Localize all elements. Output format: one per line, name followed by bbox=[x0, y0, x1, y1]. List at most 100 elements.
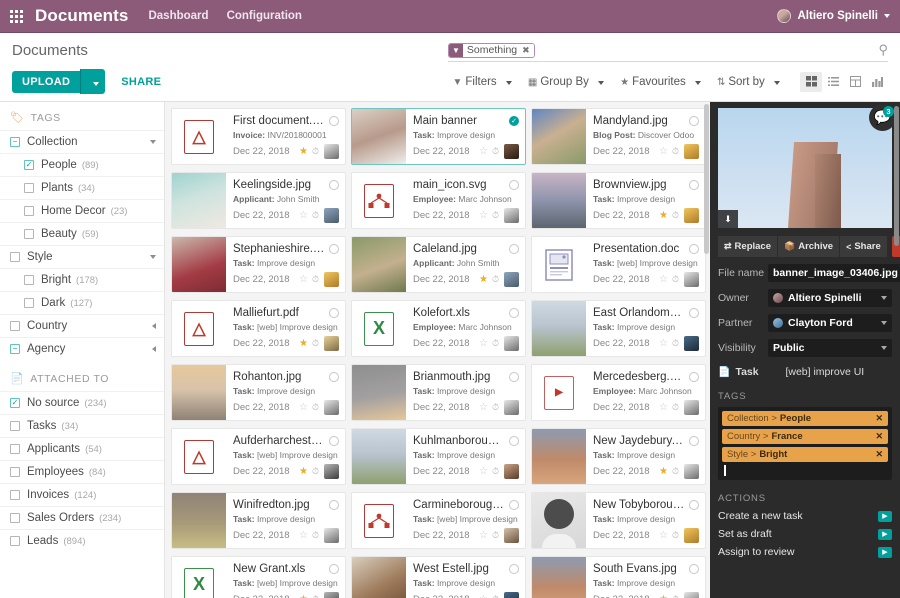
clock-icon[interactable]: ⏱ bbox=[492, 274, 499, 285]
sort-by-dropdown[interactable]: ⇅Sort by bbox=[717, 76, 780, 88]
pivot-view-button[interactable] bbox=[844, 72, 866, 92]
document-card[interactable]: West Estell.jpgTask: Improve designDec 2… bbox=[351, 556, 526, 598]
card-select-radio[interactable] bbox=[689, 500, 699, 510]
clock-icon[interactable]: ⏱ bbox=[672, 530, 679, 541]
nav-item-configuration[interactable]: Configuration bbox=[227, 10, 302, 22]
field-visibility-value[interactable]: Public bbox=[768, 339, 892, 357]
upload-dropdown-button[interactable] bbox=[80, 69, 105, 94]
close-icon[interactable]: ✕ bbox=[875, 431, 883, 442]
close-icon[interactable]: ✖ bbox=[521, 44, 534, 57]
play-icon[interactable]: ▶ bbox=[878, 511, 892, 522]
clock-icon[interactable]: ⏱ bbox=[312, 402, 319, 413]
document-card[interactable]: Presentation.docTask: [web] Improve desi… bbox=[531, 236, 706, 293]
document-card[interactable]: Rohanton.jpgTask: Improve designDec 22, … bbox=[171, 364, 346, 421]
clock-icon[interactable]: ⏱ bbox=[672, 594, 679, 598]
sidebar-tag-country[interactable]: Country bbox=[0, 314, 164, 337]
star-icon[interactable]: ☆ bbox=[479, 466, 488, 477]
card-select-radio[interactable] bbox=[329, 564, 339, 574]
star-icon[interactable]: ☆ bbox=[479, 402, 488, 413]
document-tag[interactable]: Collection >People✕ bbox=[722, 411, 888, 426]
star-icon[interactable]: ★ bbox=[299, 594, 308, 598]
filters-dropdown[interactable]: ▼Filters bbox=[452, 76, 511, 88]
checkbox[interactable] bbox=[24, 229, 34, 239]
checkbox[interactable] bbox=[10, 421, 20, 431]
search-icon[interactable]: ⚲ bbox=[878, 42, 888, 58]
star-icon[interactable]: ★ bbox=[479, 274, 488, 285]
field-task[interactable]: 📄 Task [web] improve UI bbox=[718, 366, 892, 378]
search-input[interactable]: ▼ Something ✖ ⚲ bbox=[448, 42, 888, 62]
star-icon[interactable]: ☆ bbox=[659, 530, 668, 541]
clock-icon[interactable]: ⏱ bbox=[492, 530, 499, 541]
sidebar-attached-applicants[interactable]: Applicants(54) bbox=[0, 437, 164, 460]
document-card[interactable]: Carmineborough.svgTask: [web] Improve de… bbox=[351, 492, 526, 549]
star-icon[interactable]: ☆ bbox=[659, 338, 668, 349]
breadcrumb[interactable]: Documents bbox=[12, 42, 88, 59]
card-select-radio[interactable] bbox=[329, 180, 339, 190]
card-select-radio[interactable] bbox=[689, 116, 699, 126]
kanban-scrollbar[interactable] bbox=[704, 104, 709, 254]
sidebar-tag-bright[interactable]: Bright(178) bbox=[0, 268, 164, 291]
star-icon[interactable]: ☆ bbox=[479, 530, 488, 541]
card-select-radio[interactable] bbox=[509, 436, 519, 446]
checkbox[interactable] bbox=[10, 513, 20, 523]
document-card[interactable]: △Malliefurt.pdfTask: [web] Improve desig… bbox=[171, 300, 346, 357]
user-menu[interactable]: Altiero Spinelli bbox=[777, 9, 890, 23]
document-card[interactable]: main_icon.svgEmployee: Marc JohnsonDec 2… bbox=[351, 172, 526, 229]
document-card[interactable]: Brianmouth.jpgTask: Improve designDec 22… bbox=[351, 364, 526, 421]
checkbox[interactable] bbox=[24, 298, 34, 308]
document-card[interactable]: Keelingside.jpgApplicant: John SmithDec … bbox=[171, 172, 346, 229]
action-set-as-draft[interactable]: Set as draft▶ bbox=[718, 528, 892, 540]
card-select-radio[interactable] bbox=[329, 436, 339, 446]
sidebar-attached-leads[interactable]: Leads(894) bbox=[0, 529, 164, 552]
close-icon[interactable]: ✕ bbox=[875, 449, 883, 460]
star-icon[interactable]: ☆ bbox=[479, 338, 488, 349]
card-select-radio[interactable] bbox=[509, 372, 519, 382]
clock-icon[interactable]: ⏱ bbox=[672, 338, 679, 349]
field-file-name-value[interactable]: banner_image_03406.jpg bbox=[768, 264, 900, 282]
group-by-dropdown[interactable]: ▦Group By bbox=[528, 76, 604, 88]
checkbox[interactable] bbox=[10, 490, 20, 500]
download-icon[interactable]: ⬇ bbox=[718, 210, 738, 228]
clock-icon[interactable]: ⏱ bbox=[672, 210, 679, 221]
clock-icon[interactable]: ⏱ bbox=[672, 402, 679, 413]
star-icon[interactable]: ☆ bbox=[479, 594, 488, 598]
kanban-view-button[interactable] bbox=[800, 72, 822, 92]
clock-icon[interactable]: ⏱ bbox=[492, 146, 499, 157]
details-scrollbar[interactable] bbox=[894, 106, 899, 246]
document-card[interactable]: ▶Mercedesberg.mp4Employee: Marc JohnsonD… bbox=[531, 364, 706, 421]
clock-icon[interactable]: ⏱ bbox=[492, 402, 499, 413]
favourites-dropdown[interactable]: ★Favourites bbox=[620, 76, 701, 88]
checkbox[interactable]: ✓ bbox=[24, 160, 34, 170]
card-select-radio[interactable] bbox=[329, 500, 339, 510]
clock-icon[interactable]: ⏱ bbox=[312, 594, 319, 598]
star-icon[interactable]: ☆ bbox=[479, 210, 488, 221]
checkbox[interactable] bbox=[10, 467, 20, 477]
list-view-button[interactable] bbox=[822, 72, 844, 92]
clock-icon[interactable]: ⏱ bbox=[312, 146, 319, 157]
clock-icon[interactable]: ⏱ bbox=[492, 338, 499, 349]
card-select-radio[interactable] bbox=[509, 500, 519, 510]
document-card[interactable]: △Aufderharchester.pdfTask: [web] Improve… bbox=[171, 428, 346, 485]
star-icon[interactable]: ☆ bbox=[659, 402, 668, 413]
document-preview[interactable]: ⬇ bbox=[718, 108, 892, 228]
sidebar-tag-home-decor[interactable]: Home Decor(23) bbox=[0, 199, 164, 222]
clock-icon[interactable]: ⏱ bbox=[672, 146, 679, 157]
star-icon[interactable]: ☆ bbox=[659, 146, 668, 157]
card-select-radio[interactable] bbox=[689, 372, 699, 382]
action-create-a-new-task[interactable]: Create a new task▶ bbox=[718, 510, 892, 522]
card-select-radio[interactable] bbox=[689, 308, 699, 318]
sidebar-attached-employees[interactable]: Employees(84) bbox=[0, 460, 164, 483]
apps-grid-icon[interactable] bbox=[10, 10, 23, 23]
document-card[interactable]: New Tobyborough.jpgTask: Improve designD… bbox=[531, 492, 706, 549]
document-tag[interactable]: Country >France✕ bbox=[722, 429, 888, 444]
close-icon[interactable]: ✕ bbox=[875, 413, 883, 424]
checkbox[interactable] bbox=[24, 206, 34, 216]
card-select-radio[interactable] bbox=[329, 308, 339, 318]
card-select-radio[interactable] bbox=[329, 116, 339, 126]
card-select-radio[interactable] bbox=[689, 244, 699, 254]
checkbox[interactable]: − bbox=[10, 137, 20, 147]
tag-input[interactable] bbox=[724, 465, 888, 476]
tags-editor[interactable]: Collection >People✕Country >France✕Style… bbox=[718, 407, 892, 480]
app-brand-title[interactable]: Documents bbox=[35, 6, 128, 26]
clock-icon[interactable]: ⏱ bbox=[312, 466, 319, 477]
